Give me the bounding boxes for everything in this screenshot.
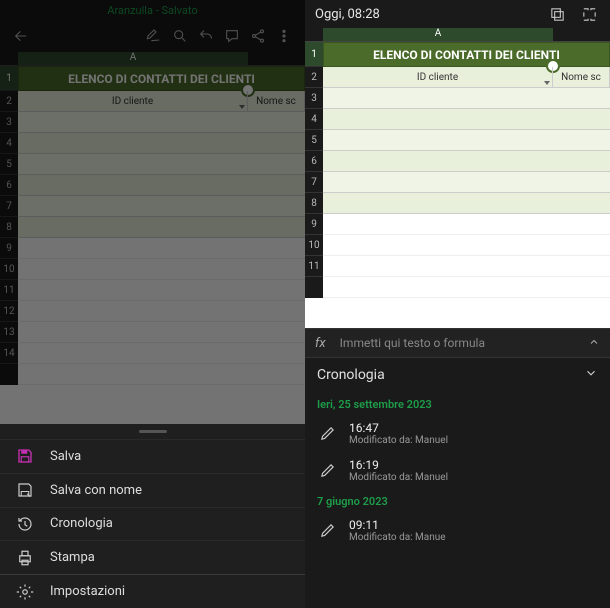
spreadsheet: A 1 2 3 4 5 6 7 8 9 10 11 12 13 14 ELENC… — [0, 52, 305, 424]
column-id-cliente[interactable]: ID cliente — [18, 91, 248, 111]
history-entry[interactable]: 16:19 Modificato da: Manuel — [305, 452, 610, 489]
share-icon[interactable] — [245, 23, 271, 49]
formula-bar[interactable]: fx Immetti qui testo o formula — [305, 328, 610, 358]
pen-icon[interactable] — [141, 23, 167, 49]
history-date: 7 giugno 2023 — [305, 489, 610, 512]
col-header-a[interactable]: A — [323, 28, 553, 41]
edit-icon — [317, 424, 337, 444]
history-icon — [16, 515, 34, 533]
history-header[interactable]: Cronologia — [305, 358, 610, 392]
history-panel: Cronologia Ieri, 25 settembre 2023 16:47… — [305, 358, 610, 549]
toolbar — [0, 20, 305, 52]
version-timestamp: Oggi, 08:28 — [315, 7, 380, 22]
edit-icon — [317, 521, 337, 541]
spreadsheet: A 1 2 3 4 5 6 7 8 9 10 11 ELENCO DI CONT… — [305, 28, 610, 328]
sheet-title-cell[interactable]: ELENCO DI CONTATTI DEI CLIENTI — [323, 42, 610, 67]
fx-label: fx — [315, 336, 326, 351]
restore-icon[interactable] — [578, 3, 600, 25]
drag-handle[interactable] — [0, 424, 305, 439]
save-as-icon — [16, 481, 34, 499]
menu-label: Salva con nome — [50, 483, 142, 498]
menu-label: Cronologia — [50, 516, 113, 531]
history-entry[interactable]: 16:47 Modificato da: Manuel — [305, 415, 610, 452]
print-icon — [16, 549, 34, 567]
menu-history[interactable]: Cronologia — [0, 507, 305, 541]
copy-icon[interactable] — [546, 3, 568, 25]
menu-settings[interactable]: Impostazioni — [0, 574, 305, 608]
column-nome[interactable]: Nome sc — [553, 67, 610, 87]
column-nome[interactable]: Nome sc — [248, 91, 305, 111]
chevron-down-icon — [584, 366, 598, 384]
bottom-sheet-menu: Salva Salva con nome Cronologia Stampa I… — [0, 424, 305, 608]
row-numbers: 1 2 3 4 5 6 7 8 9 10 11 12 13 14 — [0, 66, 18, 385]
more-icon[interactable] — [271, 23, 297, 49]
pane-menu-open: Aranzulla - Salvato A — [0, 0, 305, 608]
document-title: Aranzulla - Salvato — [0, 0, 305, 20]
history-entry[interactable]: 09:11 Modificato da: Manue — [305, 512, 610, 549]
col-header-a[interactable]: A — [18, 52, 248, 65]
column-id-cliente[interactable]: ID cliente — [323, 67, 553, 87]
chevron-up-icon[interactable] — [588, 336, 600, 351]
back-icon[interactable] — [8, 23, 34, 49]
menu-label: Impostazioni — [50, 584, 125, 599]
history-date: Ieri, 25 settembre 2023 — [305, 392, 610, 415]
sheet-title-cell[interactable]: ELENCO DI CONTATTI DEI CLIENTI — [18, 66, 305, 91]
menu-label: Salva — [50, 449, 81, 464]
formula-input-placeholder: Immetti qui testo o formula — [340, 336, 588, 350]
comment-icon[interactable] — [219, 23, 245, 49]
search-icon[interactable] — [167, 23, 193, 49]
menu-print[interactable]: Stampa — [0, 540, 305, 574]
titlebar: Oggi, 08:28 — [305, 0, 610, 28]
edit-icon — [317, 461, 337, 481]
menu-label: Stampa — [50, 550, 95, 565]
pane-history: Oggi, 08:28 A 1 2 3 4 5 6 7 8 9 — [305, 0, 610, 608]
gear-icon — [16, 583, 34, 601]
save-icon — [16, 447, 34, 465]
row-numbers: 1 2 3 4 5 6 7 8 9 10 11 — [305, 42, 323, 298]
menu-save[interactable]: Salva — [0, 439, 305, 473]
undo-icon[interactable] — [193, 23, 219, 49]
menu-save-as[interactable]: Salva con nome — [0, 473, 305, 507]
